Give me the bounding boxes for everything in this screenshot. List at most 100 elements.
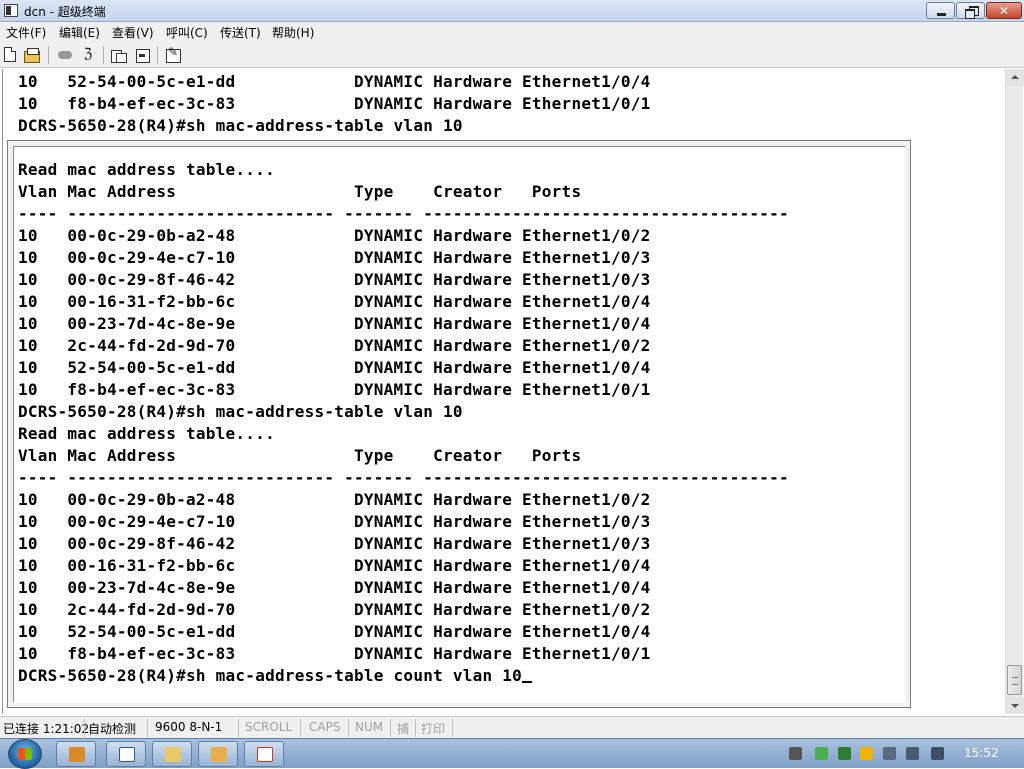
terminal-line: 10 2c-44-fd-2d-9d-70 DYNAMIC Hardware Et… (18, 600, 651, 619)
toolbar-separator (157, 46, 158, 64)
text-cursor (522, 681, 533, 683)
start-button[interactable] (8, 739, 42, 769)
close-icon (987, 3, 1021, 19)
terminal-line: ---- --------------------------- -------… (18, 204, 789, 223)
status-autodetect: 自动检测 (88, 722, 137, 736)
close-button[interactable] (986, 2, 1022, 19)
status-print: 打印 (421, 722, 446, 736)
title-bar: dcn - 超级终端 (0, 0, 1024, 22)
terminal-line: 10 f8-b4-ef-ec-3c-83 DYNAMIC Hardware Et… (18, 644, 651, 663)
menu-edit[interactable]: 编辑(E) (59, 24, 100, 41)
app-icon (257, 747, 273, 762)
terminal-line: DCRS-5650-28(R4)#sh mac-address-table vl… (18, 402, 463, 421)
restore-icon (957, 3, 984, 19)
app-icon (211, 747, 227, 762)
status-divider (390, 719, 391, 737)
status-bar: 已连接 1:21:02 自动检测 9600 8-N-1 SCROLL CAPS … (0, 716, 1024, 738)
terminal-line: 10 00-23-7d-4c-8e-9e DYNAMIC Hardware Et… (18, 578, 651, 597)
tray-flag-icon[interactable] (906, 747, 919, 760)
tray-network-icon[interactable] (789, 747, 802, 760)
terminal-line: 10 f8-b4-ef-ec-3c-83 DYNAMIC Hardware Et… (18, 380, 651, 399)
word-icon (119, 747, 135, 762)
status-scroll: SCROLL (245, 720, 293, 734)
terminal-output: 10 52-54-00-5c-e1-dd DYNAMIC Hardware Et… (18, 71, 789, 687)
taskbar-explorer-button[interactable] (152, 741, 192, 767)
new-document-icon[interactable] (4, 47, 16, 62)
taskbar-app-button[interactable] (198, 741, 238, 767)
terminal-line: 10 00-16-31-f2-bb-6c DYNAMIC Hardware Et… (18, 556, 651, 575)
menu-view[interactable]: 查看(V) (112, 24, 154, 41)
taskbar-clock[interactable]: 15:52 (964, 746, 999, 760)
toolbar: ℨ (0, 41, 1024, 68)
toolbar-separator (48, 46, 49, 64)
status-divider (238, 719, 239, 737)
status-divider (84, 719, 85, 737)
terminal-line: ---- --------------------------- -------… (18, 468, 789, 487)
menu-file[interactable]: 文件(F) (6, 24, 46, 41)
status-num: NUM (355, 720, 384, 734)
tray-volume-icon[interactable] (931, 747, 944, 760)
status-divider (415, 719, 416, 737)
terminal-line: 10 00-0c-29-8f-46-42 DYNAMIC Hardware Et… (18, 270, 651, 289)
scroll-down-arrow-icon[interactable] (1006, 697, 1024, 714)
taskbar: 15:52 (0, 738, 1024, 769)
send-file-icon[interactable] (110, 47, 127, 63)
terminal-line: 10 52-54-00-5c-e1-dd DYNAMIC Hardware Et… (18, 358, 651, 377)
status-divider (147, 719, 148, 737)
tray-security-icon[interactable] (838, 747, 851, 760)
settings-icon[interactable] (165, 45, 181, 63)
status-connected: 已连接 1:21:02 (3, 722, 90, 736)
taskbar-app-button[interactable] (244, 741, 284, 767)
menu-call[interactable]: 呼叫(C) (166, 24, 208, 41)
terminal-line: Read mac address table.... (18, 424, 275, 443)
tray-device-icon[interactable] (883, 747, 896, 760)
terminal-line: 10 00-0c-29-4e-c7-10 DYNAMIC Hardware Et… (18, 512, 651, 531)
scrollbar-thumb[interactable] (1007, 665, 1022, 695)
terminal-window[interactable]: 10 52-54-00-5c-e1-dd DYNAMIC Hardware Et… (2, 69, 1003, 714)
status-divider (348, 719, 349, 737)
terminal-line: Vlan Mac Address Type Creator Ports (18, 182, 582, 201)
terminal-line: 10 52-54-00-5c-e1-dd DYNAMIC Hardware Et… (18, 72, 651, 91)
window-title: dcn - 超级终端 (24, 5, 106, 19)
taskbar-word-button[interactable] (106, 741, 146, 767)
tray-shield-icon[interactable] (815, 747, 828, 760)
status-baud: 9600 8-N-1 (155, 720, 223, 734)
scroll-up-arrow-icon[interactable] (1006, 69, 1024, 86)
terminal-line: 10 00-0c-29-0b-a2-48 DYNAMIC Hardware Et… (18, 490, 651, 509)
vertical-scrollbar[interactable] (1005, 69, 1024, 714)
terminal-line: Vlan Mac Address Type Creator Ports (18, 446, 582, 465)
terminal-line: DCRS-5650-28(R4)#sh mac-address-table vl… (18, 116, 463, 135)
terminal-line: 10 2c-44-fd-2d-9d-70 DYNAMIC Hardware Et… (18, 336, 651, 355)
menu-help[interactable]: 帮助(H) (272, 24, 314, 41)
open-folder-icon[interactable] (24, 47, 40, 63)
menu-bar: 文件(F) 编辑(E) 查看(V) 呼叫(C) 传送(T) 帮助(H) (0, 22, 1024, 41)
receive-file-icon[interactable] (134, 47, 150, 63)
terminal-line: 10 00-0c-29-8f-46-42 DYNAMIC Hardware Et… (18, 534, 651, 553)
terminal-line: 10 00-0c-29-4e-c7-10 DYNAMIC Hardware Et… (18, 248, 651, 267)
menu-transfer[interactable]: 传送(T) (220, 24, 261, 41)
app-icon (69, 747, 85, 762)
minimize-icon (927, 3, 954, 18)
folder-icon (165, 747, 181, 762)
disconnect-icon[interactable] (57, 47, 73, 62)
status-divider (300, 719, 301, 737)
restore-button[interactable] (956, 2, 985, 19)
terminal-line: DCRS-5650-28(R4)#sh mac-address-table co… (18, 665, 789, 687)
status-capture: 捕 (397, 722, 410, 736)
properties-icon[interactable]: ℨ (80, 47, 96, 62)
terminal-line: 10 00-23-7d-4c-8e-9e DYNAMIC Hardware Et… (18, 314, 651, 333)
hyperterminal-app-icon[interactable] (4, 4, 18, 17)
minimize-button[interactable] (926, 2, 955, 19)
terminal-line: 10 f8-b4-ef-ec-3c-83 DYNAMIC Hardware Et… (18, 94, 651, 113)
status-divider (452, 719, 453, 737)
terminal-line: 10 00-0c-29-0b-a2-48 DYNAMIC Hardware Et… (18, 226, 651, 245)
tray-app-icon[interactable] (860, 747, 873, 760)
terminal-line: 10 00-16-31-f2-bb-6c DYNAMIC Hardware Et… (18, 292, 651, 311)
taskbar-app-button[interactable] (56, 741, 96, 767)
terminal-line: Read mac address table.... (18, 160, 275, 179)
status-caps: CAPS (309, 720, 341, 734)
toolbar-separator (103, 46, 104, 64)
terminal-line: 10 52-54-00-5c-e1-dd DYNAMIC Hardware Et… (18, 622, 651, 641)
terminal-prompt-line: DCRS-5650-28(R4)#sh mac-address-table co… (18, 666, 523, 685)
